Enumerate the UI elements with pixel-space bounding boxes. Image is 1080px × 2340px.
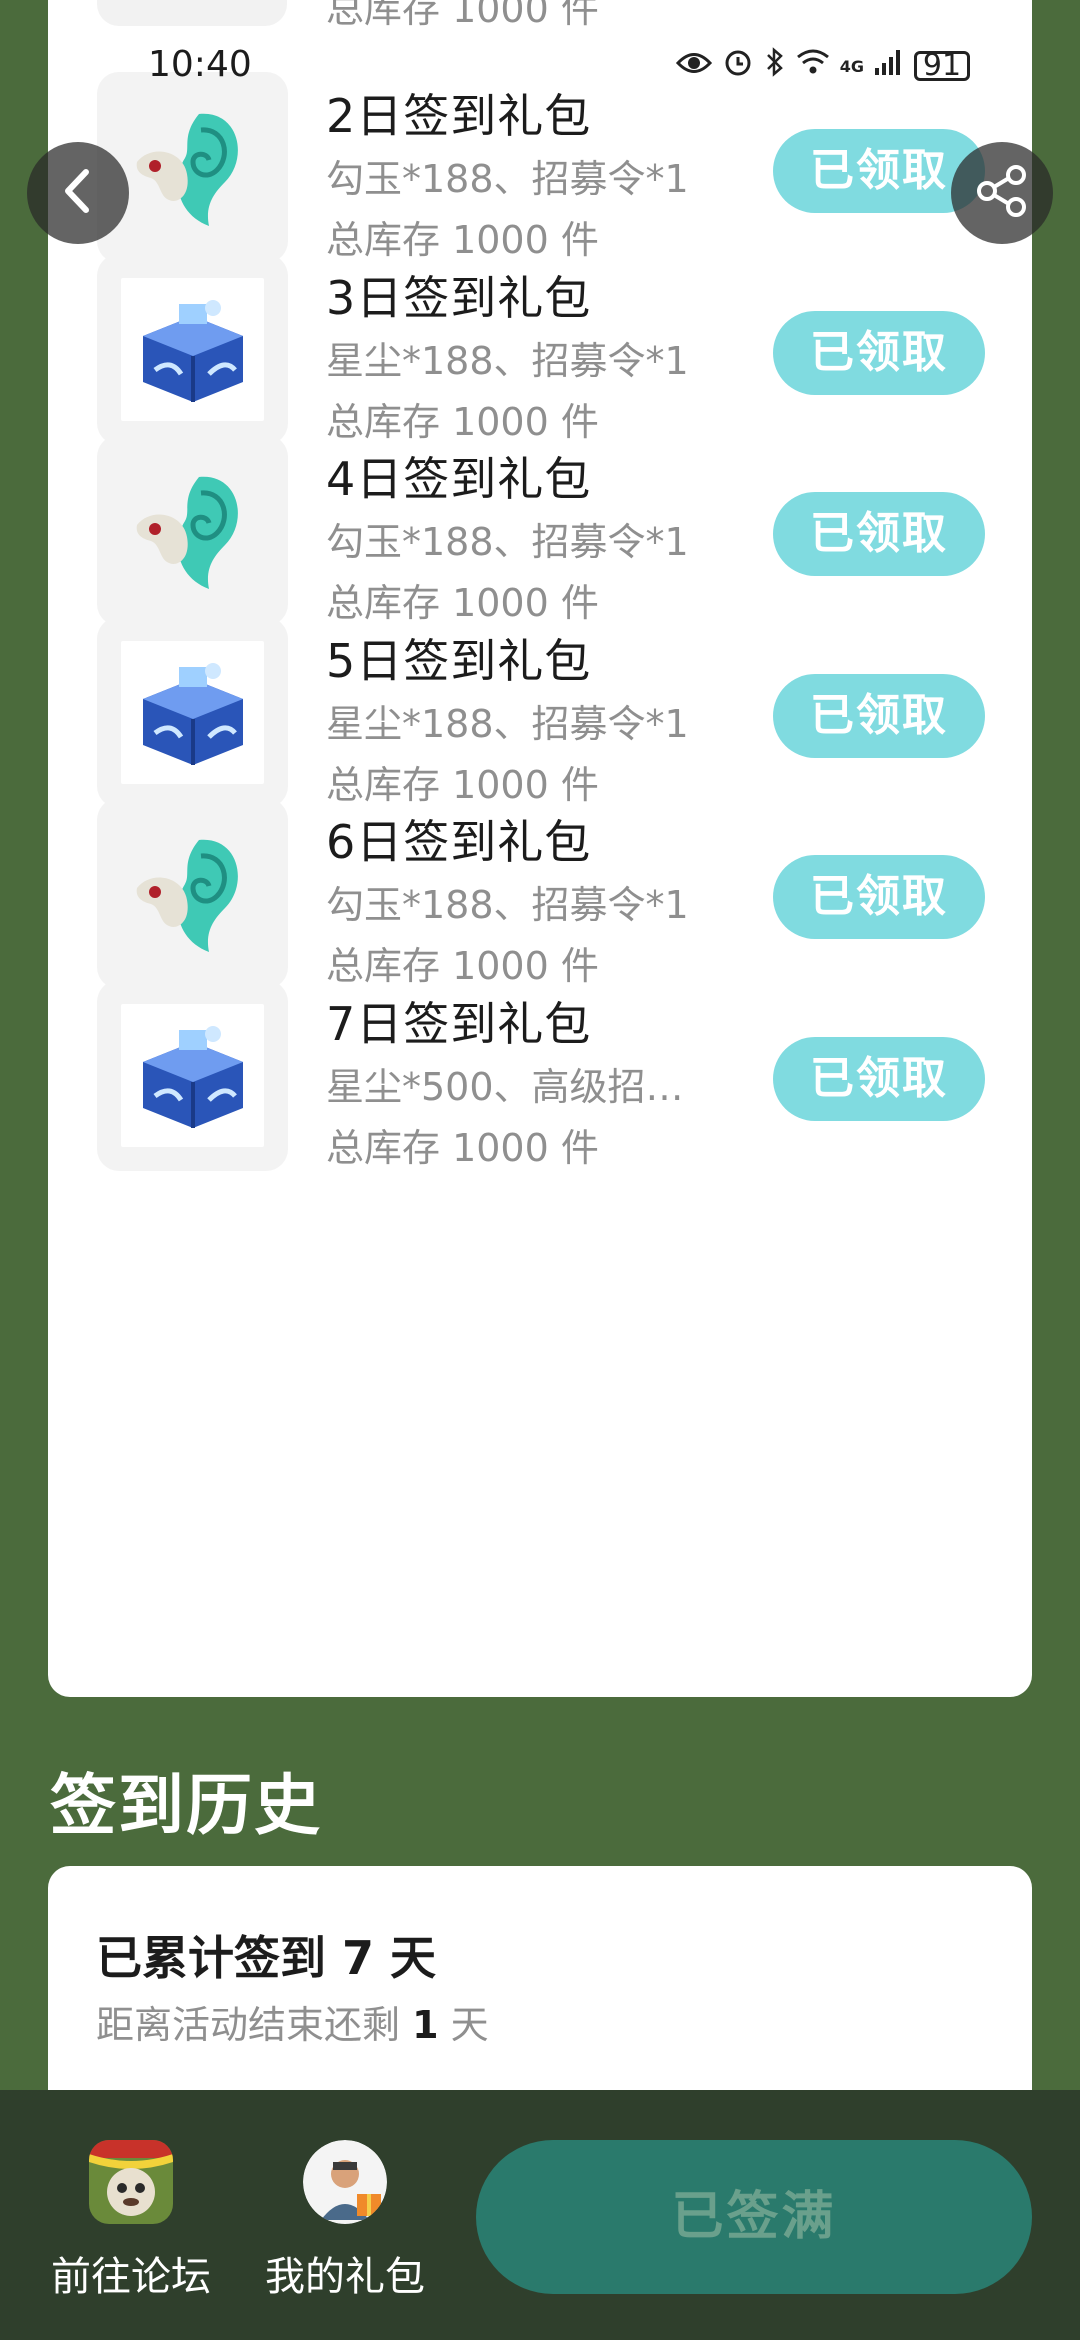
status-bar: 10:40 4G 91 [0, 38, 1080, 94]
gift-title: 3日签到礼包 [326, 271, 592, 325]
network-label: 4G [839, 56, 864, 76]
bluetooth-icon [764, 46, 786, 86]
gift-title: 7日签到礼包 [326, 997, 592, 1051]
gift-title: 6日签到礼包 [326, 815, 592, 869]
status-time: 10:40 [148, 44, 252, 85]
claimed-button[interactable]: 已领取 [773, 492, 985, 576]
gift-stock: 总库存 1000 件 [326, 1126, 599, 1170]
jade-magatama-icon [121, 96, 264, 243]
stardust-chest-icon [121, 641, 264, 788]
my-gifts-label: 我的礼包 [265, 2254, 425, 2300]
previous-gift-stock: 总库存 1000 件 [326, 0, 599, 31]
gift-thumbnail [97, 72, 288, 263]
stardust-chest-icon [121, 1004, 264, 1151]
total-signed-days: 已累计签到 7 天 [96, 1922, 436, 1988]
claimed-button[interactable]: 已领取 [773, 1037, 985, 1121]
forum-game-icon [89, 2140, 173, 2224]
gift-thumbnail [97, 980, 288, 1171]
wifi-icon [796, 48, 830, 84]
previous-gift-thumbnail-partial [97, 0, 287, 26]
claimed-button[interactable]: 已领取 [773, 674, 985, 758]
status-icons: 4G 91 [675, 46, 970, 86]
gift-title: 4日签到礼包 [326, 452, 592, 506]
jade-magatama-icon [121, 822, 264, 969]
history-card: 已累计签到 7 天 距离活动结束还剩 1 天 [48, 1866, 1032, 2106]
gift-thumbnail [97, 254, 288, 445]
forum-nav-item[interactable]: 前往论坛 [26, 2140, 236, 2310]
battery-icon: 91 [914, 51, 970, 81]
gift-description: 勾玉*188、招募令*1 [326, 157, 689, 201]
my-gifts-nav-item[interactable]: 我的礼包 [240, 2140, 450, 2310]
gift-description: 星尘*188、招募令*1 [326, 702, 689, 746]
bottom-bar: 前往论坛 我的礼包 已签满 [0, 2090, 1080, 2340]
claimed-button[interactable]: 已领取 [773, 311, 985, 395]
days-remaining-suffix: 天 [450, 2003, 489, 2047]
gift-description: 勾玉*188、招募令*1 [326, 883, 689, 927]
avatar [303, 2140, 387, 2224]
claimed-button[interactable]: 已领取 [773, 855, 985, 939]
eye-icon [675, 49, 712, 84]
jade-magatama-icon [121, 459, 264, 606]
signal-icon [874, 48, 904, 84]
gift-thumbnail [97, 798, 288, 989]
share-icon [974, 163, 1030, 223]
stardust-chest-icon [121, 278, 264, 425]
days-remaining: 距离活动结束还剩 1 天 [96, 1994, 489, 2049]
signed-full-button[interactable]: 已签满 [476, 2140, 1032, 2294]
gift-title: 5日签到礼包 [326, 634, 592, 688]
back-button[interactable] [27, 142, 129, 244]
alarm-icon [722, 46, 754, 86]
gift-row: 7日签到礼包星尘*500、高级招… 总库存 1000 件 已领取 [48, 980, 1032, 1251]
total-signed-count: 7 [342, 1931, 375, 1985]
gift-description: 星尘*188、招募令*1 [326, 339, 689, 383]
days-remaining-prefix: 距离活动结束还剩 [96, 2003, 401, 2047]
history-section-title: 签到历史 [50, 1767, 322, 1844]
forum-label: 前往论坛 [51, 2254, 211, 2300]
gift-thumbnail [97, 617, 288, 808]
chevron-left-icon [58, 166, 98, 220]
gift-description: 星尘*500、高级招… [326, 1065, 684, 1109]
share-button[interactable] [951, 142, 1053, 244]
days-remaining-count: 1 [412, 2003, 439, 2047]
gift-description: 勾玉*188、招募令*1 [326, 520, 689, 564]
total-signed-prefix: 已累计签到 [96, 1931, 326, 1985]
total-signed-suffix: 天 [390, 1931, 437, 1985]
gift-thumbnail [97, 435, 288, 626]
